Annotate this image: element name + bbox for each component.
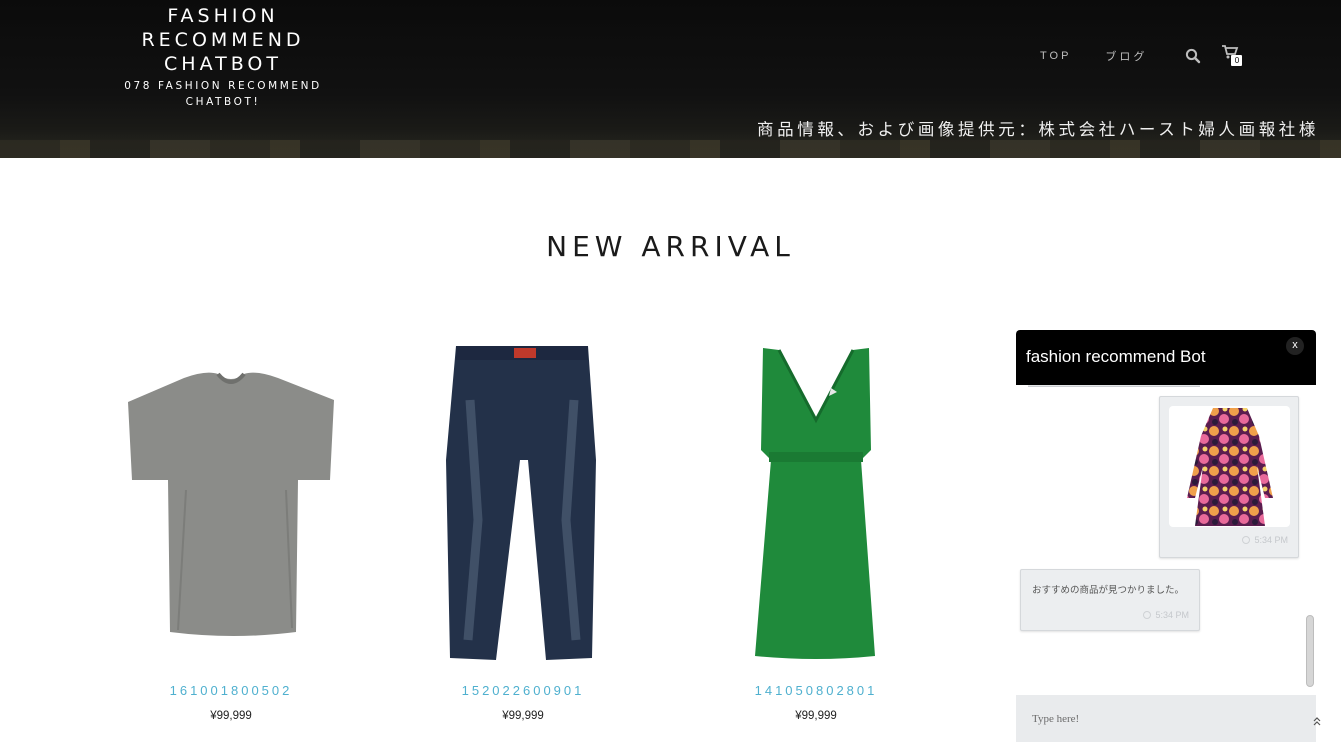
chat-scrollbar[interactable] xyxy=(1306,615,1314,687)
product-image-floral-dress[interactable] xyxy=(1169,406,1290,527)
image-credit: 商品情報、および画像提供元：株式会社ハースト婦人画報社様 xyxy=(757,120,1319,139)
chat-input[interactable] xyxy=(1016,695,1316,742)
product-card[interactable]: 152022600901 ¥99,999 xyxy=(398,340,648,722)
product-sku-link[interactable]: 152022600901 xyxy=(398,683,648,698)
nav-item-blog[interactable]: ブログ xyxy=(1105,48,1147,64)
message-timestamp: 5:34 PM xyxy=(1143,610,1189,620)
chatbot-widget: fashion recommend Bot x 5:34 PM おすすめの商品が… xyxy=(1016,330,1316,742)
clock-icon xyxy=(1143,611,1152,619)
product-image-green-dress[interactable] xyxy=(691,340,941,665)
close-icon[interactable]: x xyxy=(1286,337,1304,355)
message-text: おすすめの商品が見つかりました。 xyxy=(1032,585,1185,596)
product-card[interactable]: 161001800502 ¥99,999 xyxy=(106,340,356,722)
section-title: NEW ARRIVAL xyxy=(546,230,795,263)
clock-icon xyxy=(1242,536,1251,544)
brand-subtitle: 078 FASHION RECOMMEND CHATBOT! xyxy=(124,80,322,108)
brand-logo[interactable]: FASHION RECOMMEND CHATBOT 078 FASHION RE… xyxy=(118,4,328,110)
product-card[interactable]: 141050802801 ¥99,999 xyxy=(691,340,941,722)
cart-icon[interactable]: 0 xyxy=(1221,45,1243,66)
search-icon[interactable] xyxy=(1185,48,1201,64)
chat-title: fashion recommend Bot xyxy=(1026,347,1206,366)
brand-title[interactable]: FASHION RECOMMEND CHATBOT xyxy=(118,4,328,76)
cart-count-badge: 0 xyxy=(1231,55,1243,66)
product-image-denim-jeans[interactable] xyxy=(398,340,648,665)
main-nav: TOP ブログ 0 xyxy=(1040,45,1243,66)
previous-message-edge xyxy=(1028,385,1200,387)
product-price: ¥99,999 xyxy=(210,710,252,722)
product-sku-link[interactable]: 141050802801 xyxy=(691,683,941,698)
chat-message-text: おすすめの商品が見つかりました。 5:34 PM xyxy=(1020,569,1200,631)
product-price: ¥99,999 xyxy=(502,710,544,722)
chat-header: fashion recommend Bot x xyxy=(1016,330,1316,385)
product-image-gray-tshirt[interactable] xyxy=(106,340,356,665)
product-price: ¥99,999 xyxy=(795,710,837,722)
site-header: FASHION RECOMMEND CHATBOT 078 FASHION RE… xyxy=(0,0,1341,158)
chat-message-image: 5:34 PM xyxy=(1159,396,1299,558)
message-timestamp: 5:34 PM xyxy=(1242,535,1288,545)
header-background-image xyxy=(0,140,1341,158)
scroll-to-top-icon[interactable] xyxy=(1313,716,1321,729)
nav-item-top[interactable]: TOP xyxy=(1040,50,1071,62)
product-sku-link[interactable]: 161001800502 xyxy=(106,683,356,698)
chat-message-list[interactable]: 5:34 PM おすすめの商品が見つかりました。 5:34 PM xyxy=(1016,385,1316,695)
